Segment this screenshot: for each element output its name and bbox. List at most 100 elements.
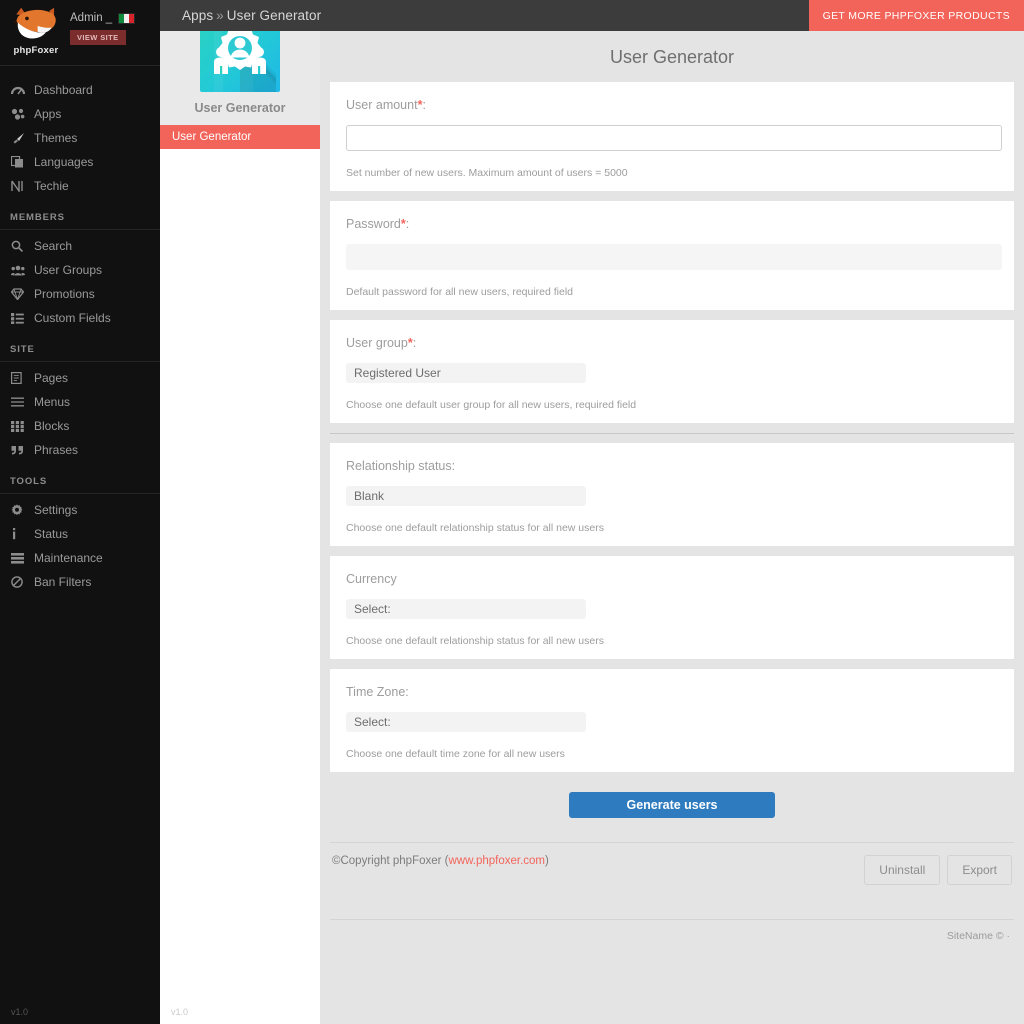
sidebar-item-custom-fields[interactable]: Custom Fields (0, 306, 160, 330)
left-sidebar: phpFoxer Admin _ VIEW SITE Dashboard (0, 0, 160, 1024)
diamond-icon (11, 288, 25, 301)
user-amount-input[interactable] (346, 125, 1002, 151)
page-icon (11, 372, 25, 385)
field-help: Default password for all new users, requ… (338, 286, 1006, 298)
sidebar-item-apps[interactable]: Apps (0, 102, 160, 126)
sidebar-item-phrases[interactable]: Phrases (0, 438, 160, 462)
breadcrumb-current: User Generator (227, 8, 321, 23)
sidebar-section-members: MEMBERS (0, 198, 160, 230)
field-card-password: Password*: Default password for all new … (330, 201, 1014, 310)
export-button[interactable]: Export (947, 855, 1012, 885)
breadcrumb-root[interactable]: Apps (182, 8, 213, 23)
field-label: Password*: (338, 217, 1006, 231)
sidebar-item-maintenance[interactable]: Maintenance (0, 546, 160, 570)
fox-logo-icon (13, 6, 59, 44)
field-help: Choose one default relationship status f… (338, 522, 1006, 534)
sidebar-item-label: Blocks (34, 419, 69, 433)
apps-icon (11, 108, 25, 121)
field-help: Choose one default time zone for all new… (338, 748, 1006, 760)
field-card-user-group: User group*: Registered User Choose one … (330, 320, 1014, 423)
sidebar-item-label: Status (34, 527, 68, 541)
sidebar-item-user-groups[interactable]: User Groups (0, 258, 160, 282)
search-icon (11, 240, 25, 253)
users-icon (11, 264, 25, 277)
sidebar-group-site: Pages Menus Blocks Phrases (0, 362, 160, 462)
sidebar-item-techie[interactable]: Techie (0, 174, 160, 198)
sidebar-item-settings[interactable]: Settings (0, 498, 160, 522)
info-icon (11, 528, 25, 541)
sidebar-section-site: SITE (0, 330, 160, 362)
sidebar-item-search[interactable]: Search (0, 234, 160, 258)
sidebar-item-label: Themes (34, 131, 77, 145)
brand-name: phpFoxer (14, 45, 59, 56)
admin-username: Admin _ (70, 12, 112, 24)
brand-logo-wrap: phpFoxer (8, 6, 64, 56)
app-panel-title: User Generator (160, 101, 320, 115)
field-label: Relationship status: (338, 459, 1006, 473)
sidebar-item-menus[interactable]: Menus (0, 390, 160, 414)
languages-icon (11, 156, 25, 169)
relationship-status-select[interactable]: Blank (346, 486, 586, 506)
italy-flag-icon[interactable] (118, 13, 135, 24)
breadcrumb: Apps»User Generator (160, 8, 321, 23)
field-label: User amount*: (338, 98, 1006, 112)
phpfoxer-link[interactable]: www.phpfoxer.com (449, 855, 546, 867)
list-icon (11, 312, 25, 325)
ban-icon (11, 576, 25, 589)
sidebar-item-label: Settings (34, 503, 77, 517)
required-asterisk: * (408, 336, 413, 350)
field-card-time-zone: Time Zone: Select: Choose one default ti… (330, 669, 1014, 772)
sidebar-group-tools: Settings Status Maintenance Ban Filters (0, 494, 160, 594)
user-group-select[interactable]: Registered User (346, 363, 586, 383)
quote-icon (11, 444, 25, 457)
sidebar-item-promotions[interactable]: Promotions (0, 282, 160, 306)
admin-user-row[interactable]: Admin _ (70, 12, 135, 24)
sidebar-item-blocks[interactable]: Blocks (0, 414, 160, 438)
sidebar-item-ban-filters[interactable]: Ban Filters (0, 570, 160, 594)
menu-icon (11, 396, 25, 409)
app-panel: User Generator User Generator v1.0 (160, 0, 320, 1024)
main-inner: User Generator User amount*: Set number … (320, 31, 1024, 1024)
view-site-button[interactable]: VIEW SITE (70, 30, 126, 45)
field-card-user-amount: User amount*: Set number of new users. M… (330, 82, 1014, 191)
password-input[interactable] (346, 244, 1002, 270)
get-more-products-button[interactable]: GET MORE PHPFOXER PRODUCTS (809, 0, 1024, 31)
footer-row: ©Copyright phpFoxer (www.phpfoxer.com) U… (330, 843, 1014, 901)
sidebar-group-members: Search User Groups Promotions Custom Fie… (0, 230, 160, 330)
footer-buttons: Uninstall Export (864, 855, 1012, 885)
field-card-currency: Currency Select: Choose one default rela… (330, 556, 1014, 659)
time-zone-select[interactable]: Select: (346, 712, 586, 732)
sidebar-item-dashboard[interactable]: Dashboard (0, 78, 160, 102)
sidebar-item-status[interactable]: Status (0, 522, 160, 546)
sidebar-item-label: Phrases (34, 443, 78, 457)
sidebar-item-pages[interactable]: Pages (0, 366, 160, 390)
uninstall-button[interactable]: Uninstall (864, 855, 940, 885)
sidebar-brand-header: phpFoxer Admin _ VIEW SITE (0, 0, 160, 66)
sidebar-item-label: Maintenance (34, 551, 103, 565)
field-label: Currency (338, 572, 1006, 586)
currency-select[interactable]: Select: (346, 599, 586, 619)
required-asterisk: * (418, 98, 423, 112)
sidebar-item-label: Ban Filters (34, 575, 91, 589)
sidebar-section-tools: TOOLS (0, 462, 160, 494)
generate-users-button[interactable]: Generate users (569, 792, 775, 818)
section-divider (330, 433, 1014, 434)
sidebar-item-themes[interactable]: Themes (0, 126, 160, 150)
main-content: User Generator User amount*: Set number … (320, 0, 1024, 1024)
dashboard-icon (11, 84, 25, 97)
page-title: User Generator (320, 31, 1024, 82)
blocks-icon (11, 420, 25, 433)
techie-icon (11, 180, 25, 193)
sidebar-item-label: Dashboard (34, 83, 93, 97)
field-help: Choose one default user group for all ne… (338, 399, 1006, 411)
sidebar-version: v1.0 (11, 1007, 28, 1017)
app-nav-item-user-generator[interactable]: User Generator (160, 125, 320, 149)
sidebar-spacer (0, 66, 160, 74)
submit-row: Generate users (320, 782, 1024, 832)
sidebar-item-label: Apps (34, 107, 61, 121)
sidebar-item-languages[interactable]: Languages (0, 150, 160, 174)
sidebar-item-label: User Groups (34, 263, 102, 277)
field-label: Time Zone: (338, 685, 1006, 699)
breadcrumb-separator-icon: » (213, 8, 227, 23)
sidebar-item-label: Pages (34, 371, 68, 385)
